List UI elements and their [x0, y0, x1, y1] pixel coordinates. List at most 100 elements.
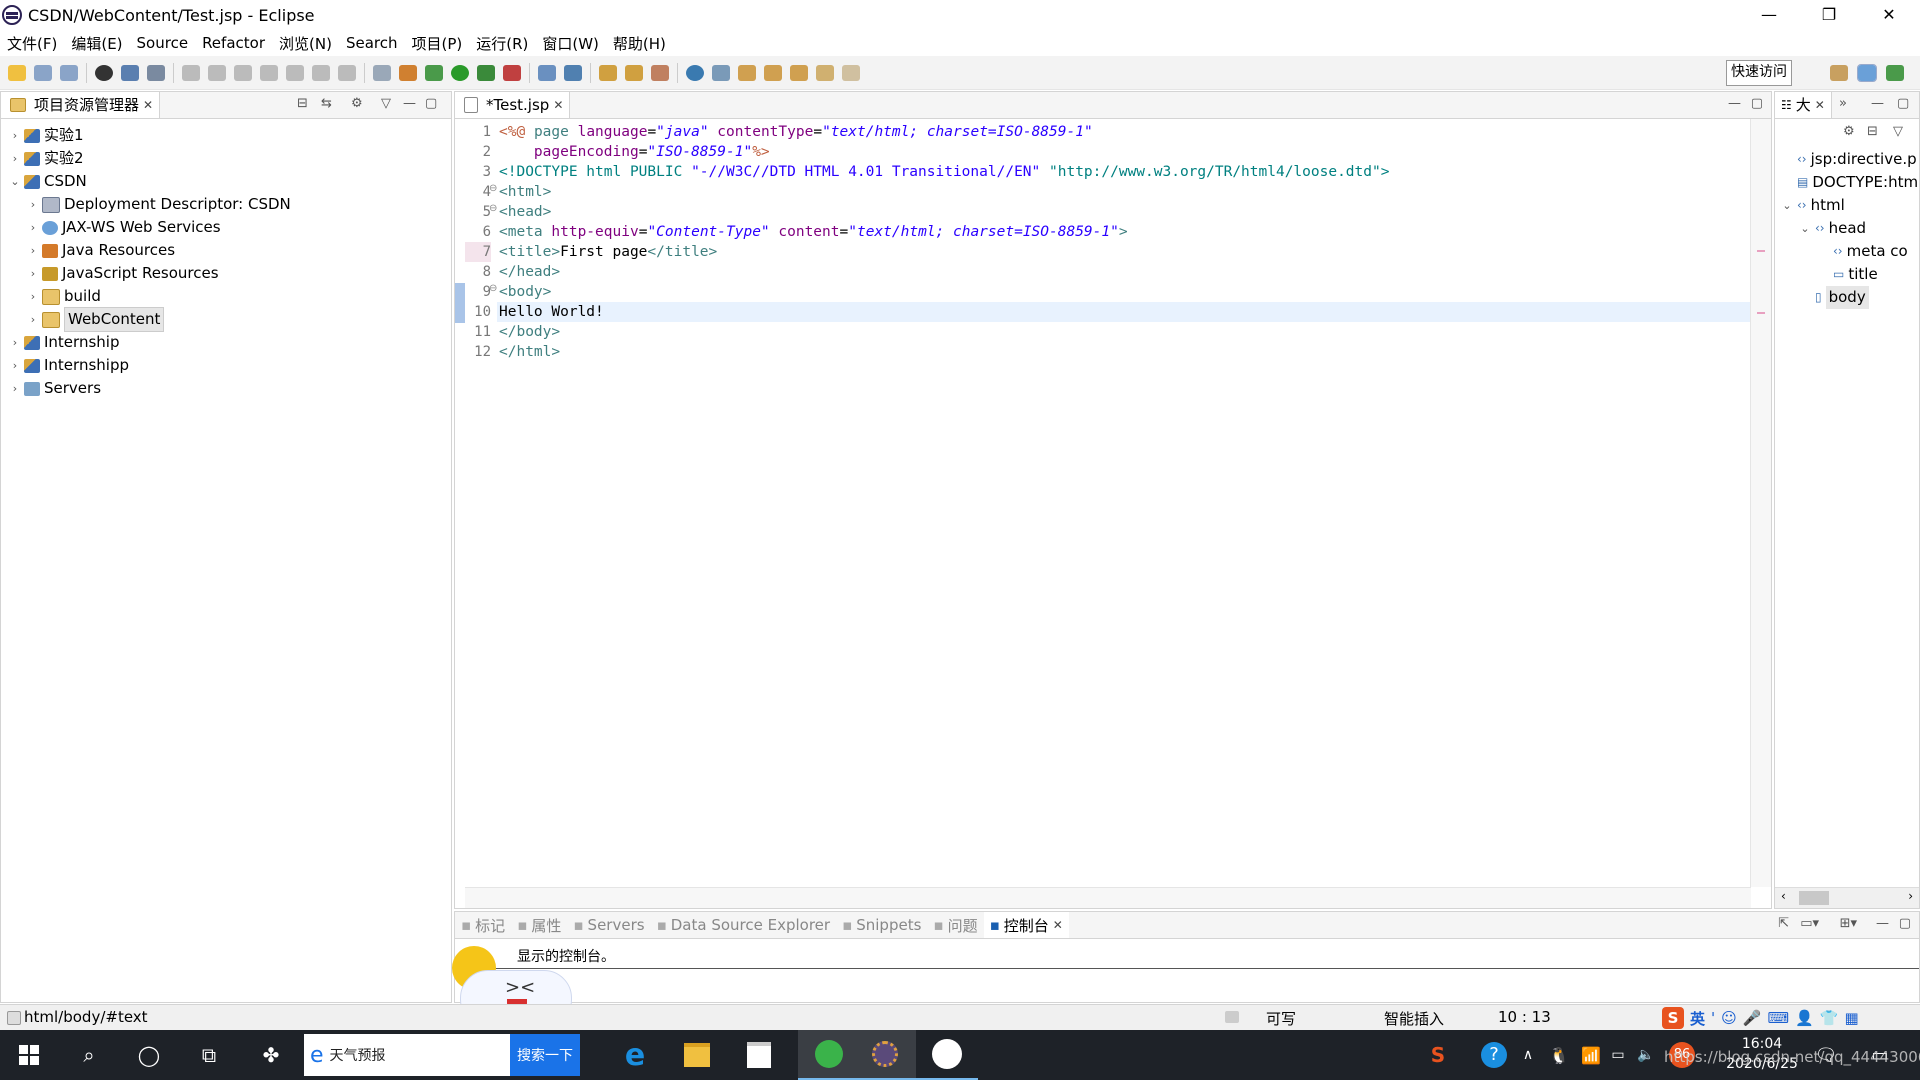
eclipse-taskbar-icon[interactable]: [854, 1030, 916, 1080]
microphone-icon[interactable]: 🎤: [1743, 1009, 1762, 1027]
chevron-right-icon[interactable]: ›: [9, 147, 21, 170]
minimize-view-icon[interactable]: —: [1876, 916, 1889, 931]
toolbox-icon[interactable]: ▦: [1845, 1009, 1859, 1027]
code-line[interactable]: <!DOCTYPE html PUBLIC "-//W3C//DTD HTML …: [499, 162, 1389, 182]
save-icon[interactable]: [34, 64, 52, 81]
file-explorer-icon[interactable]: [668, 1030, 726, 1080]
new-java-class-icon[interactable]: [564, 64, 582, 81]
wifi-icon[interactable]: 📶: [1576, 1030, 1606, 1080]
chevron-right-icon[interactable]: ›: [9, 354, 21, 377]
step-into-icon[interactable]: [286, 64, 304, 81]
pin-console-icon[interactable]: ⇱: [1778, 916, 1789, 931]
tree-item[interactable]: › WebContent: [27, 307, 165, 332]
maximize-view-icon[interactable]: ▢: [1897, 96, 1909, 111]
menu-project[interactable]: 项目(P): [404, 33, 469, 54]
code-line[interactable]: </head>: [499, 262, 560, 282]
tab-project-explorer[interactable]: 项目资源管理器 ✕: [1, 92, 161, 118]
globe-icon[interactable]: [686, 64, 704, 81]
user-icon[interactable]: 👤: [1795, 1009, 1814, 1027]
tab-outline[interactable]: ☷ 大 ✕: [1775, 92, 1832, 118]
chevron-right-icon[interactable]: ›: [9, 377, 21, 400]
chevron-right-icon[interactable]: ›: [27, 193, 39, 216]
external-tools-icon[interactable]: [503, 64, 521, 81]
code-line[interactable]: <html>: [499, 182, 551, 202]
code-area[interactable]: 1 <%@ page language="java" contentType="t…: [465, 119, 1751, 887]
menu-run[interactable]: 运行(R): [469, 33, 535, 54]
menu-source[interactable]: Source: [130, 34, 196, 52]
menu-refactor[interactable]: Refactor: [195, 34, 272, 52]
coverage-icon[interactable]: [477, 64, 495, 81]
cortana-icon[interactable]: ◯: [120, 1030, 178, 1080]
scroll-left-icon[interactable]: ‹: [1781, 889, 1786, 903]
more-views-icon[interactable]: »: [1839, 96, 1847, 111]
close-icon[interactable]: ✕: [553, 92, 563, 118]
tree-item[interactable]: › 实验1: [9, 124, 84, 147]
browser-360-icon[interactable]: [798, 1030, 860, 1080]
skip-breakpoints-icon[interactable]: [147, 64, 165, 81]
filter-icon[interactable]: ⚙: [351, 96, 363, 111]
outline-item[interactable]: ⌄ ‹› head: [1799, 217, 1866, 240]
menu-edit[interactable]: 编辑(E): [64, 33, 129, 54]
outline-item[interactable]: ▤ DOCTYPE:htm: [1781, 171, 1918, 194]
tree-item[interactable]: › Deployment Descriptor: CSDN: [27, 193, 291, 216]
pen-icon[interactable]: [651, 64, 669, 81]
pinwheel-app-icon[interactable]: ✤: [242, 1030, 300, 1080]
suspend-icon[interactable]: [208, 64, 226, 81]
open-console-icon[interactable]: ⊞▾: [1840, 916, 1857, 931]
show-hidden-icons[interactable]: ∧: [1514, 1030, 1542, 1080]
emoji-icon[interactable]: ☺: [1721, 1009, 1737, 1027]
code-line[interactable]: pageEncoding="ISO-8859-1"%>: [499, 142, 770, 162]
chevron-right-icon[interactable]: ›: [27, 285, 39, 308]
close-icon[interactable]: ✕: [1053, 918, 1063, 932]
close-button[interactable]: ✕: [1866, 0, 1912, 30]
task-view-icon[interactable]: ⧉: [180, 1030, 238, 1080]
sogou-tray-icon[interactable]: S: [1420, 1030, 1456, 1080]
close-icon[interactable]: ✕: [143, 92, 153, 118]
terminate-icon[interactable]: [234, 64, 252, 81]
sort-icon[interactable]: ⚙: [1843, 124, 1855, 139]
back-icon[interactable]: [816, 64, 834, 81]
next-annotation-icon[interactable]: [738, 64, 756, 81]
code-line[interactable]: <body>: [499, 282, 551, 302]
store-icon[interactable]: [730, 1030, 788, 1080]
code-line[interactable]: </body>: [499, 322, 560, 342]
new-server-icon[interactable]: [538, 64, 556, 81]
menu-search[interactable]: Search: [339, 34, 405, 52]
tree-item[interactable]: › JavaScript Resources: [27, 262, 219, 285]
scrollbar-thumb[interactable]: [1799, 891, 1829, 905]
debug-perspective-icon[interactable]: [1886, 65, 1904, 81]
fold-toggle-icon[interactable]: ⊖: [489, 203, 497, 214]
console-icon[interactable]: [121, 64, 139, 81]
code-line[interactable]: <meta http-equiv="Content-Type" content=…: [499, 222, 1128, 242]
open-file-icon[interactable]: [625, 64, 643, 81]
chevron-right-icon[interactable]: ›: [9, 331, 21, 354]
battery-icon[interactable]: ▭: [1604, 1030, 1632, 1080]
maximize-view-icon[interactable]: ▢: [425, 96, 437, 111]
tree-item[interactable]: › Internshipp: [9, 354, 129, 377]
disconnect-icon[interactable]: [260, 64, 278, 81]
open-perspective-icon[interactable]: [1830, 65, 1848, 81]
menu-window[interactable]: 窗口(W): [535, 33, 606, 54]
link-with-editor-icon[interactable]: ⇆: [321, 96, 332, 111]
minimize-view-icon[interactable]: —: [1871, 96, 1884, 111]
resume-icon[interactable]: [182, 64, 200, 81]
sogou-ime-icon[interactable]: S: [1662, 1007, 1684, 1029]
fold-toggle-icon[interactable]: ⊖: [489, 183, 497, 194]
collapse-all-icon[interactable]: ⊟: [297, 96, 308, 111]
code-line[interactable]: <%@ page language="java" contentType="te…: [499, 122, 1093, 142]
tree-item[interactable]: › Servers: [9, 377, 101, 400]
edge-browser-icon[interactable]: e: [606, 1030, 664, 1080]
previous-annotation-icon[interactable]: [764, 64, 782, 81]
ime-language-toggle[interactable]: 英: [1690, 1008, 1705, 1029]
new-icon[interactable]: [8, 64, 26, 81]
penguin-app-icon[interactable]: [916, 1030, 978, 1080]
punctuation-icon[interactable]: ': [1711, 1009, 1715, 1027]
view-menu-icon[interactable]: ▽: [1893, 124, 1903, 139]
qq-tray-icon[interactable]: 🐧: [1544, 1030, 1574, 1080]
tree-item[interactable]: › JAX-WS Web Services: [27, 216, 221, 239]
search-icon[interactable]: ⌕: [60, 1030, 118, 1080]
tree-item[interactable]: › 实验2: [9, 147, 84, 170]
outline-horizontal-scrollbar[interactable]: ‹ ›: [1775, 887, 1919, 908]
bottom-tab[interactable]: ▪ 标记: [455, 912, 511, 938]
scroll-right-icon[interactable]: ›: [1908, 889, 1913, 903]
